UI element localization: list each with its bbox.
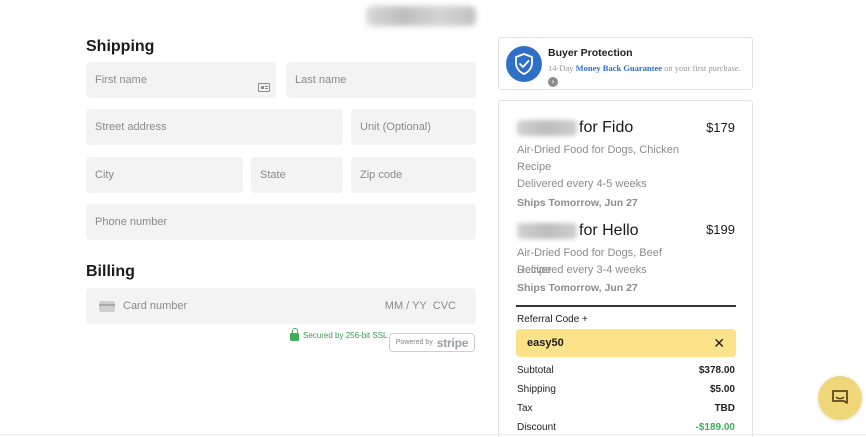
order-item-price: $179 (706, 120, 735, 135)
billing-title: Billing (86, 263, 135, 280)
guarantee-prefix: 14-Day (548, 63, 574, 73)
product-name-redacted (517, 223, 577, 239)
page-bottom-border (0, 434, 866, 435)
cvc-placeholder[interactable]: CVC (433, 300, 456, 312)
buyer-protection-title: Buyer Protection (548, 47, 633, 59)
buyer-protection-card: Buyer Protection 14-Day Money Back Guara… (498, 37, 753, 90)
money-back-guarantee-link[interactable]: Money Back Guarantee (576, 63, 662, 73)
order-item-ship-date: Ships Tomorrow, Jun 27 (517, 197, 638, 209)
first-name-input[interactable]: First name (86, 62, 276, 98)
ssl-text: Secured by 256-bit SSL (303, 331, 388, 340)
chat-launcher-button[interactable] (818, 376, 862, 420)
order-item-frequency: Delivered every 4-5 weeks (517, 178, 647, 190)
phone-number-input[interactable]: Phone number (86, 204, 476, 240)
discount-label: Discount (517, 422, 556, 433)
ssl-notice: Secured by 256-bit SSL (290, 328, 388, 341)
last-name-placeholder: Last name (295, 74, 347, 86)
last-name-input[interactable]: Last name (286, 62, 476, 98)
arrow-right-icon[interactable]: › (548, 77, 558, 87)
zip-code-input[interactable]: Zip code (351, 157, 476, 193)
phone-number-placeholder: Phone number (95, 216, 168, 228)
shipping-value: $5.00 (709, 384, 735, 395)
subtotal-row: Subtotal $378.00 (517, 365, 735, 376)
stripe-wordmark: stripe (436, 335, 469, 350)
shield-check-icon (506, 46, 542, 82)
zip-code-placeholder: Zip code (360, 169, 403, 181)
first-name-placeholder: First name (95, 74, 147, 86)
shipping-title: Shipping (86, 38, 155, 55)
tax-label: Tax (517, 403, 533, 414)
applied-referral-code: easy50 ✕ (516, 329, 736, 357)
tax-value: TBD (714, 403, 735, 414)
powered-by-stripe-badge[interactable]: Powered by stripe (389, 333, 475, 352)
card-number-placeholder: Card number (123, 300, 188, 312)
credit-card-icon (99, 300, 115, 312)
lock-icon (290, 328, 299, 341)
unit-placeholder: Unit (Optional) (360, 121, 431, 133)
referral-code-value: easy50 (527, 337, 564, 349)
city-placeholder: City (95, 169, 114, 181)
contact-card-icon[interactable] (258, 83, 270, 92)
state-placeholder: State (260, 169, 286, 181)
product-name-redacted (517, 120, 577, 136)
order-item-price: $199 (706, 222, 735, 237)
shipping-row: Shipping $5.00 (517, 384, 735, 395)
order-item-name: for Fido (517, 119, 633, 137)
order-item-name-text: for Fido (579, 119, 634, 136)
discount-row: Discount -$189.00 (517, 422, 735, 433)
subtotal-value: $378.00 (698, 365, 735, 376)
brand-logo (366, 6, 476, 26)
close-icon[interactable]: ✕ (713, 335, 725, 352)
street-address-placeholder: Street address (95, 121, 167, 133)
discount-value: -$189.00 (695, 422, 735, 433)
city-input[interactable]: City (86, 157, 243, 193)
buyer-protection-text: 14-Day Money Back Guarantee on your firs… (548, 62, 744, 87)
order-item-description: Air-Dried Food for Dogs, Chicken Recipe (517, 144, 680, 173)
order-summary: for Fido $179 Air-Dried Food for Dogs, C… (498, 100, 753, 437)
order-item-name-text: for Hello (579, 222, 639, 239)
tax-row: Tax TBD (517, 403, 735, 414)
state-input[interactable]: State (251, 157, 343, 193)
card-number-input[interactable]: Card number MM / YY CVC (86, 288, 476, 324)
powered-by-text: Powered by (395, 339, 433, 346)
shipping-label: Shipping (517, 384, 556, 395)
chat-icon (832, 390, 848, 404)
subtotal-label: Subtotal (517, 365, 554, 376)
order-item-frequency: Delivered every 3-4 weeks (517, 264, 647, 276)
expiry-placeholder[interactable]: MM / YY (385, 300, 427, 312)
street-address-input[interactable]: Street address (86, 109, 343, 145)
unit-input[interactable]: Unit (Optional) (351, 109, 476, 145)
referral-code-toggle[interactable]: Referral Code + (517, 314, 588, 325)
order-item-name: for Hello (517, 222, 639, 240)
guarantee-suffix: on your first purchase. (664, 63, 741, 73)
summary-divider (516, 305, 736, 307)
order-item-ship-date: Ships Tomorrow, Jun 27 (517, 282, 638, 294)
